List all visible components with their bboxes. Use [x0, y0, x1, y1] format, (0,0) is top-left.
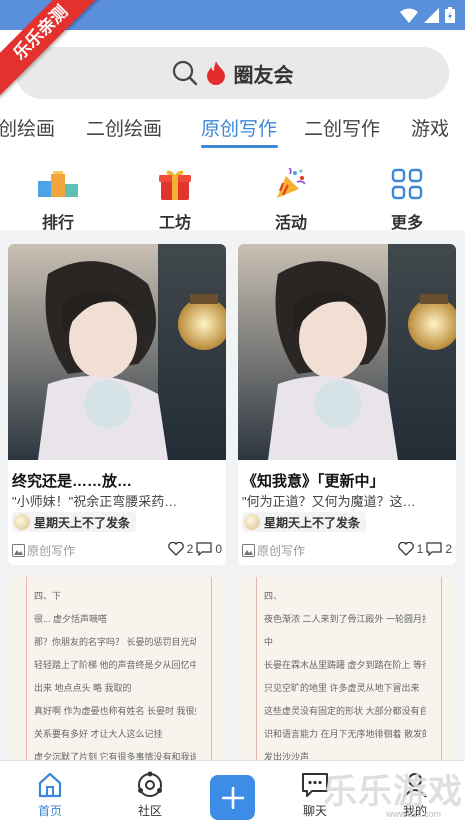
post-title: 《知我意》「更新中」: [242, 473, 385, 490]
shortcut-row: 排行 工坊 活动 更多: [0, 165, 465, 235]
comment-icon[interactable]: [196, 542, 212, 556]
shortcut-ranking[interactable]: 排行: [18, 165, 98, 233]
image-icon: [12, 544, 25, 557]
manuscript-line: 这些虚灵没有固定的形状 大部分都没有自我意: [264, 706, 426, 716]
post-cover-image: [238, 244, 456, 460]
shortcut-workshop[interactable]: 工坊: [135, 165, 215, 233]
post-meta: 原创写作 1 2: [242, 542, 452, 558]
shortcut-more[interactable]: 更多: [367, 165, 447, 233]
post-card[interactable]: 四、下很... 虚夕恬声嘀嗒那？你朋友的名字吗？ 长晏的惩罚目光动了动轻轻踏上了…: [8, 577, 226, 760]
post-excerpt: "小师妹！"祝余正弯腰采药…: [12, 494, 178, 509]
home-icon: [38, 772, 62, 798]
heart-icon[interactable]: [397, 542, 414, 556]
like-count: 1: [416, 542, 424, 556]
post-excerpt: "何为正道？又何为魔道？这…: [242, 494, 416, 509]
manuscript-line: 中: [264, 637, 274, 647]
podium-icon: [38, 171, 78, 197]
author-name: 星期天上不了发条: [264, 515, 361, 530]
manuscript-text: 四、夜色渐浓 二人来到了骨江殿外 一轮圆月挂在空中长晏在霖木丛里踌躇 虚夕到踏在…: [264, 585, 426, 760]
category-tabs: 创绘画 二创绘画 原创写作 二创写作 游戏: [0, 110, 465, 152]
create-post-button[interactable]: [210, 775, 255, 820]
active-tab-indicator: [201, 145, 278, 148]
avatar: [244, 514, 260, 530]
community-icon: [138, 771, 162, 797]
image-icon: [242, 544, 255, 557]
battery-icon: [445, 7, 455, 23]
header: 圈友会 创绘画 二创绘画 原创写作 二创写作 游戏 排行 工坊 活动 更多: [0, 30, 465, 232]
like-count: 2: [186, 542, 194, 556]
manuscript-text: 四、下很... 虚夕恬声嘀嗒那？你朋友的名字吗？ 长晏的惩罚目光动了动轻轻踏上了…: [34, 585, 196, 760]
search-bar[interactable]: 圈友会: [16, 47, 449, 99]
post-cover-image: [8, 244, 226, 460]
manuscript-line: 四、: [264, 591, 283, 601]
signal-icon: [424, 7, 439, 23]
manuscript-line: 轻轻踏上了阶梯 他的声音终是夕从回忆中拉了: [34, 660, 196, 670]
manuscript-line: 虚夕沉默了片刻 它有很多事情没有和我说过 它: [34, 752, 196, 760]
wifi-icon: [400, 8, 418, 23]
manuscript-line: 真好啊 作为虚晏也称有姓名 长晏时 我很好吾: [34, 706, 196, 716]
party-popper-icon: [277, 168, 306, 198]
tab-painting[interactable]: 创绘画: [0, 114, 55, 141]
manuscript-line: 识和语言能力 在月下无序地徘徊着 散发的荧光: [264, 729, 426, 739]
tab-games[interactable]: 游戏: [411, 114, 449, 141]
post-card[interactable]: 四、夜色渐浓 二人来到了骨江殿外 一轮圆月挂在空中长晏在霖木丛里踌躇 虚夕到踏在…: [238, 577, 456, 760]
manuscript-line: 四、下: [34, 591, 62, 601]
tab-fan-writing[interactable]: 二创写作: [304, 114, 380, 141]
post-category: 原创写作: [242, 542, 305, 559]
manuscript-paper-image: 四、下很... 虚夕恬声嘀嗒那？你朋友的名字吗？ 长晏的惩罚目光动了动轻轻踏上了…: [8, 577, 226, 760]
manuscript-line: 只见空旷的地里 许多虚灵从地下冒出来: [264, 683, 420, 693]
nav-community[interactable]: 社区: [120, 771, 180, 819]
post-title: 终究还是……放…: [12, 473, 133, 490]
comment-count: 0: [215, 542, 222, 556]
post-card[interactable]: 终究还是……放… "小师妹！"祝余正弯腰采药… 星期天上不了发条 原创写作 2 …: [8, 244, 226, 565]
tab-original-writing[interactable]: 原创写作: [201, 114, 277, 141]
grid-icon: [391, 168, 423, 200]
post-category: 原创写作: [12, 542, 75, 559]
tab-fan-painting[interactable]: 二创绘画: [86, 114, 162, 141]
manuscript-line: 关系要有多好 才让大人这么记挂: [34, 729, 163, 739]
comment-count: 2: [445, 542, 452, 556]
manuscript-line: 夜色渐浓 二人来到了骨江殿外 一轮圆月挂在空: [264, 614, 426, 624]
post-author[interactable]: 星期天上不了发条: [12, 512, 137, 532]
manuscript-line: 那？你朋友的名字吗？ 长晏的惩罚目光动了动: [34, 637, 196, 647]
post-meta: 原创写作 2 0: [12, 542, 222, 558]
search-label: 圈友会: [233, 64, 294, 87]
author-name: 星期天上不了发条: [34, 515, 131, 530]
shortcut-events[interactable]: 活动: [251, 165, 331, 233]
nav-home[interactable]: 首页: [20, 771, 80, 819]
manuscript-line: 长晏在霖木丛里踌躇 虚夕到踏在阶上 等待着: [264, 660, 426, 670]
heart-icon[interactable]: [167, 542, 184, 556]
site-watermark: 乐乐游戏 www.61ll.com: [323, 773, 463, 819]
manuscript-line: 很... 虚夕恬声嘀嗒: [34, 614, 108, 624]
manuscript-line: 出来 地点点头 略 我取的: [34, 683, 132, 693]
comment-icon[interactable]: [426, 542, 442, 556]
post-card[interactable]: 《知我意》「更新中」 "何为正道？又何为魔道？这… 星期天上不了发条 原创写作 …: [238, 244, 456, 565]
gift-icon: [159, 170, 191, 200]
plus-icon: [221, 786, 244, 809]
post-author[interactable]: 星期天上不了发条: [242, 512, 367, 532]
flame-icon: [206, 61, 225, 85]
manuscript-line: 发出沙沙声: [264, 752, 310, 760]
search-icon: [172, 60, 197, 86]
manuscript-paper-image: 四、夜色渐浓 二人来到了骨江殿外 一轮圆月挂在空中长晏在霖木丛里踌躇 虚夕到踏在…: [238, 577, 456, 760]
avatar: [14, 514, 30, 530]
